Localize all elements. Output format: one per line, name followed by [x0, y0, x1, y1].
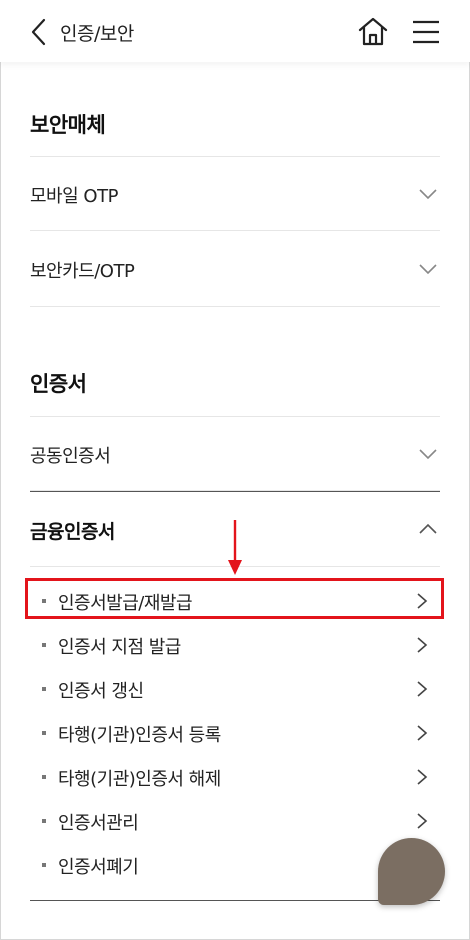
chevron-right-icon	[417, 769, 428, 785]
menu-button[interactable]	[410, 17, 442, 47]
floating-chat-button[interactable]	[378, 838, 445, 905]
menu-item-renew[interactable]: 인증서 갱신	[30, 669, 440, 709]
section-title-security: 보안매체	[30, 113, 106, 137]
menu-item-label: 타행(기관)인증서 해제	[58, 769, 221, 790]
menu-item-label: 인증서 지점 발급	[58, 637, 181, 658]
menu-item-label: 타행(기관)인증서 등록	[58, 725, 221, 746]
menu-item-label: 인증서폐기	[58, 857, 139, 878]
menu-item-branch-issue[interactable]: 인증서 지점 발급	[30, 625, 440, 665]
back-button[interactable]	[26, 16, 54, 48]
menu-item-issue-reissue[interactable]: 인증서발급/재발급	[30, 581, 440, 621]
bullet	[42, 819, 46, 823]
home-icon	[358, 17, 388, 46]
section-title-certificates: 인증서	[30, 372, 87, 396]
bullet	[42, 863, 46, 867]
chevron-right-icon	[417, 725, 428, 741]
chevron-up-icon	[419, 523, 437, 534]
accordion-security-card-otp[interactable]: 보안카드/OTP	[30, 232, 440, 307]
home-button[interactable]	[356, 15, 390, 49]
chevron-down-icon	[419, 264, 437, 275]
accordion-joint-certificate[interactable]: 공동인증서	[30, 416, 440, 491]
chevron-right-icon	[417, 593, 428, 609]
accordion-label: 공동인증서	[30, 446, 111, 467]
menu-item-label: 인증서발급/재발급	[58, 593, 193, 614]
chevron-down-icon	[419, 449, 437, 460]
bullet	[42, 731, 46, 735]
bullet	[42, 643, 46, 647]
hamburger-menu-icon	[413, 20, 439, 44]
accordion-label: 보안카드/OTP	[30, 261, 135, 282]
accordion-label: 모바일 OTP	[30, 186, 118, 207]
menu-item-label: 인증서관리	[58, 813, 139, 834]
bullet	[42, 687, 46, 691]
chevron-right-icon	[417, 637, 428, 653]
accordion-mobile-otp[interactable]: 모바일 OTP	[30, 156, 440, 231]
chevron-left-icon	[31, 18, 46, 46]
chevron-right-icon	[417, 813, 428, 829]
bullet	[42, 775, 46, 779]
menu-item-manage[interactable]: 인증서관리	[30, 801, 440, 841]
page-title: 인증/보안	[60, 23, 134, 45]
chevron-right-icon	[417, 681, 428, 697]
menu-item-label: 인증서 갱신	[58, 681, 144, 702]
app-header: 인증/보안	[0, 0, 470, 62]
accordion-label: 금융인증서	[30, 521, 115, 543]
menu-item-register-other[interactable]: 타행(기관)인증서 등록	[30, 713, 440, 753]
annotation-arrow-down-icon	[228, 520, 242, 575]
chevron-down-icon	[419, 189, 437, 200]
bullet	[42, 599, 46, 603]
menu-item-unregister-other[interactable]: 타행(기관)인증서 해제	[30, 757, 440, 797]
